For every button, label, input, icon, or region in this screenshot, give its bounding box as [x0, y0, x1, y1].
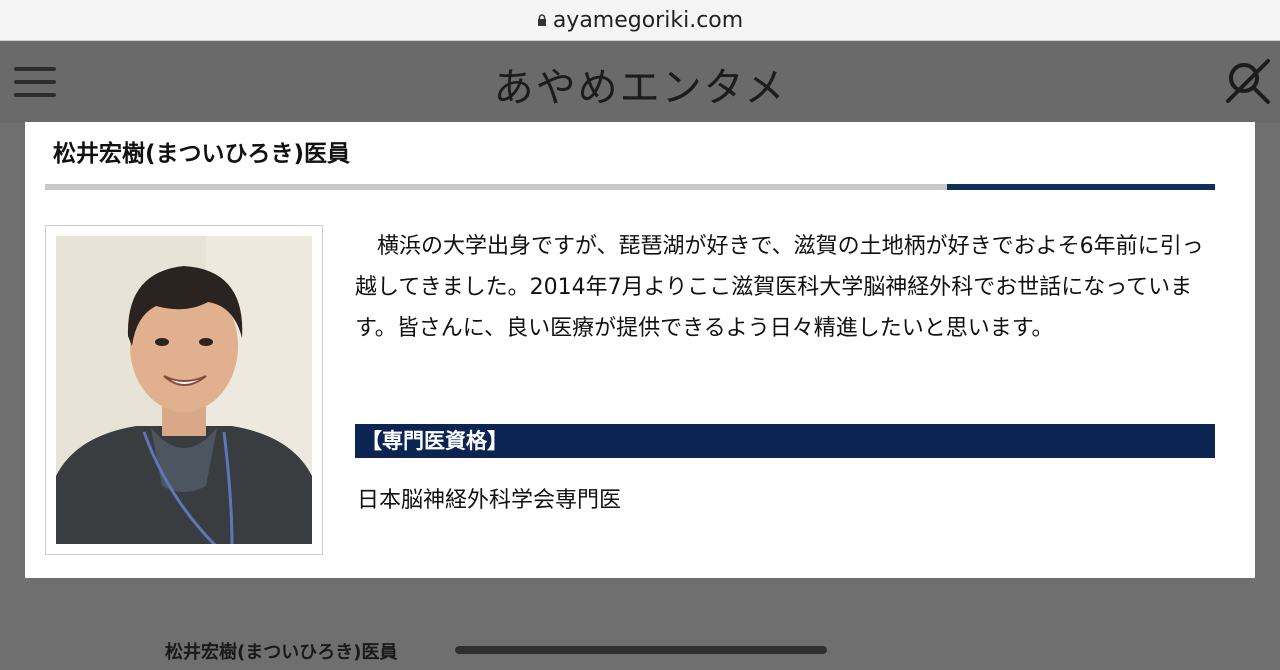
- lock-icon: [537, 14, 546, 26]
- browser-url-bar[interactable]: ayamegoriki.com: [0, 0, 1280, 41]
- doctor-profile-card: 松井宏樹(まついひろき)医員 横浜の大学出身ですが、琵琶湖が好きで、滋賀の土地柄…: [25, 122, 1255, 578]
- site-title[interactable]: あやめエンタメ: [0, 55, 1280, 113]
- search-close-icon[interactable]: [1222, 57, 1272, 107]
- image-caption: 松井宏樹(まついひろき)医員: [165, 642, 398, 663]
- url-text: ayamegoriki.com: [552, 7, 744, 33]
- title-divider-accent: [947, 184, 1215, 190]
- doctor-bio-text: 横浜の大学出身ですが、琵琶湖が好きで、滋賀の土地柄が好きでおよそ6年前に引っ越し…: [355, 234, 1204, 341]
- qualification-value: 日本脳神経外科学会専門医: [357, 488, 622, 513]
- photo-frame: [45, 225, 323, 555]
- site-header: あやめエンタメ: [0, 41, 1280, 123]
- portrait-illustration: [56, 236, 312, 544]
- qualification-heading: 【専門医資格】: [355, 424, 1215, 458]
- title-divider: [45, 184, 1215, 190]
- scroll-indicator[interactable]: [455, 646, 827, 654]
- doctor-portrait-photo: [56, 236, 312, 544]
- doctor-name-title: 松井宏樹(まついひろき)医員: [53, 141, 351, 167]
